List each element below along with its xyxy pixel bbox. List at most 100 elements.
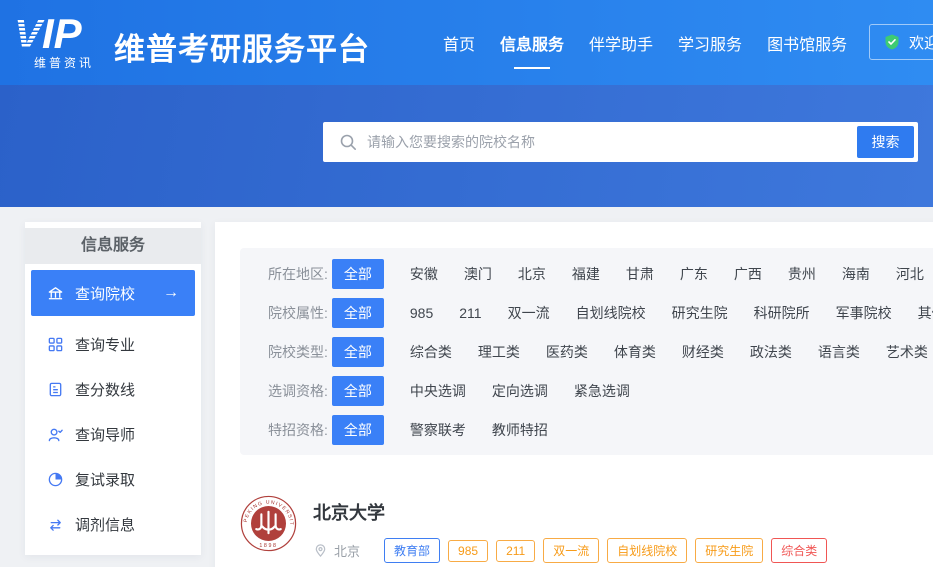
filter-option[interactable]: 军事院校	[836, 303, 892, 323]
filter-label: 选调资格:	[268, 382, 328, 399]
shield-check-icon	[885, 34, 899, 50]
filter-row-type: 院校类型: 全部 综合类 理工类 医药类 体育类 财经类 政法类 语言类 艺术类	[240, 332, 933, 371]
filter-option[interactable]: 甘肃	[626, 264, 654, 284]
result-item[interactable]: PEKING UNIVERSITY 1898 北京大学 北京	[238, 491, 933, 563]
filter-label: 所在地区:	[268, 265, 328, 282]
filter-option[interactable]: 研究生院	[672, 303, 728, 323]
welcome-text: 欢迎	[909, 34, 933, 52]
search-button[interactable]: 搜索	[857, 126, 914, 158]
vip-logo-icon: V IP 维普资讯	[14, 10, 94, 70]
site-title: 维普考研服务平台	[114, 32, 370, 67]
sidebar-item-reexam-admission[interactable]: 复试录取	[25, 457, 201, 502]
filter-option[interactable]: 科研院所	[754, 303, 810, 323]
university-tag: 211	[496, 539, 536, 562]
filter-option-all[interactable]: 全部	[331, 375, 384, 406]
pie-icon	[47, 471, 64, 488]
arrow-right-icon: →	[163, 284, 179, 301]
filter-option[interactable]: 警察联考	[410, 420, 466, 440]
filter-panel: 所在地区: 全部 安徽 澳门 北京 福建 甘肃 广东 广西 贵州 海南 河北 院校属性: 全部 985 211…	[240, 248, 933, 455]
filter-option[interactable]: 定向选调	[492, 381, 548, 401]
main-panel: 所在地区: 全部 安徽 澳门 北京 福建 甘肃 广东 广西 贵州 海南 河北 院校属性: 全部 985 211…	[215, 222, 933, 567]
university-tag: 综合类	[771, 538, 828, 563]
filter-option[interactable]: 政法类	[750, 342, 792, 362]
sidebar-menu: 查询院校 → 查询专业查分数线查询导师复试录取调剂信息	[25, 270, 201, 547]
nav-item-library-service[interactable]: 图书馆服务	[765, 21, 849, 65]
school-icon	[47, 285, 64, 302]
sidebar: 信息服务 查询院校 → 查询专业查分数线查询导师复试录取调剂信息	[25, 222, 201, 555]
university-tag: 双一流	[543, 538, 600, 563]
welcome-box[interactable]: 欢迎	[869, 24, 933, 60]
logo-letter-v: V	[14, 12, 45, 57]
mentor-icon	[47, 426, 64, 443]
sidebar-title: 信息服务	[25, 228, 201, 264]
nav-item-info-service[interactable]: 信息服务	[498, 21, 566, 65]
tag-list: 教育部 985 211 双一流 自划线院校 研究生院 综合类	[384, 538, 828, 563]
filter-option[interactable]: 体育类	[614, 342, 656, 362]
sidebar-item-query-school[interactable]: 查询院校 →	[31, 270, 195, 316]
filter-option[interactable]: 广东	[680, 264, 708, 284]
filter-row-attribute: 院校属性:全部 985 211 双一流 自划线院校 研究生院 科研院所 军事院校 其他	[240, 293, 933, 332]
filter-option-all[interactable]: 全部	[331, 414, 384, 445]
transfer-icon	[47, 516, 64, 533]
banner: 搜索	[0, 85, 933, 207]
university-location: 北京	[334, 544, 361, 559]
sidebar-item-label: 复试录取	[75, 472, 136, 489]
university-tag: 教育部	[384, 538, 441, 563]
filter-label: 院校属性:	[268, 304, 328, 321]
filter-option[interactable]: 广西	[734, 264, 762, 284]
filter-option[interactable]: 财经类	[682, 342, 724, 362]
filter-option[interactable]: 211	[459, 305, 481, 321]
filter-option-all[interactable]: 全部	[331, 336, 384, 367]
filter-option[interactable]: 福建	[572, 264, 600, 284]
filter-option[interactable]: 教师特招	[492, 420, 548, 440]
logo-letters-ip: IP	[42, 12, 83, 57]
filter-option[interactable]: 北京	[518, 264, 546, 284]
filter-option[interactable]: 医药类	[546, 342, 588, 362]
app-header: V IP 维普资讯 维普考研服务平台 首页 信息服务 伴学助手 学习服务 图书馆服务 欢…	[0, 0, 933, 85]
search-input[interactable]	[367, 134, 857, 150]
vip-logo[interactable]: V IP 维普资讯	[14, 10, 109, 74]
nav-item-study-assistant[interactable]: 伴学助手	[587, 21, 655, 65]
nav-item-learning-service[interactable]: 学习服务	[676, 21, 744, 65]
filter-row-special-recruitment: 特招资格: 全部 警察联考 教师特招	[240, 410, 933, 449]
location-pin-icon	[315, 544, 326, 558]
university-tag: 研究生院	[695, 538, 764, 563]
sidebar-item-query-score-line[interactable]: 查分数线	[25, 367, 201, 412]
filter-option[interactable]: 语言类	[818, 342, 860, 362]
filter-option[interactable]: 中央选调	[410, 381, 466, 401]
sidebar-item-label: 查询院校	[75, 285, 136, 303]
filter-option[interactable]: 安徽	[410, 264, 438, 284]
filter-row-region: 所在地区: 全部 安徽 澳门 北京 福建 甘肃 广东 广西 贵州 海南 河北	[240, 254, 933, 293]
university-name[interactable]: 北京大学	[313, 499, 827, 525]
filter-option[interactable]: 河北	[896, 264, 924, 284]
logo-subtitle: 维普资讯	[34, 56, 94, 70]
filter-option[interactable]: 海南	[842, 264, 870, 284]
sidebar-item-label: 调剂信息	[75, 517, 136, 534]
search-icon	[339, 133, 357, 151]
filter-option-all[interactable]: 全部	[331, 258, 384, 289]
filter-option[interactable]: 贵州	[788, 264, 816, 284]
filter-option[interactable]: 艺术类	[886, 342, 928, 362]
nav-item-home[interactable]: 首页	[441, 21, 477, 65]
filter-option[interactable]: 双一流	[508, 303, 550, 323]
sidebar-item-adjustment-info[interactable]: 调剂信息	[25, 502, 201, 547]
sidebar-item-query-mentor[interactable]: 查询导师	[25, 412, 201, 457]
filter-option[interactable]: 985	[410, 305, 433, 321]
result-meta: 北京 教育部 985 211 双一流 自划线院校 研究生院 综合类	[313, 538, 828, 563]
grid-icon	[47, 336, 64, 353]
filter-option[interactable]: 综合类	[410, 342, 452, 362]
sidebar-item-label: 查分数线	[75, 382, 136, 399]
filter-option[interactable]: 澳门	[464, 264, 492, 284]
filter-option[interactable]: 紧急选调	[574, 381, 630, 401]
filter-row-transfer-selection: 选调资格: 全部 中央选调 定向选调 紧急选调	[240, 371, 933, 410]
filter-option[interactable]: 其他	[918, 303, 933, 323]
filter-option-all[interactable]: 全部	[331, 297, 384, 328]
filter-label: 特招资格:	[268, 421, 328, 438]
filter-option[interactable]: 自划线院校	[576, 303, 646, 323]
filter-option[interactable]: 理工类	[478, 342, 520, 362]
sidebar-item-query-major[interactable]: 查询专业	[25, 322, 201, 367]
pku-seal-logo: PEKING UNIVERSITY 1898	[238, 491, 297, 552]
result-info: 北京大学 北京 教育部 985 211 双一流 自划线院校 研究生院 综合类	[313, 495, 828, 563]
sidebar-item-label: 查询导师	[75, 427, 136, 444]
sidebar-item-label: 查询专业	[75, 337, 136, 354]
